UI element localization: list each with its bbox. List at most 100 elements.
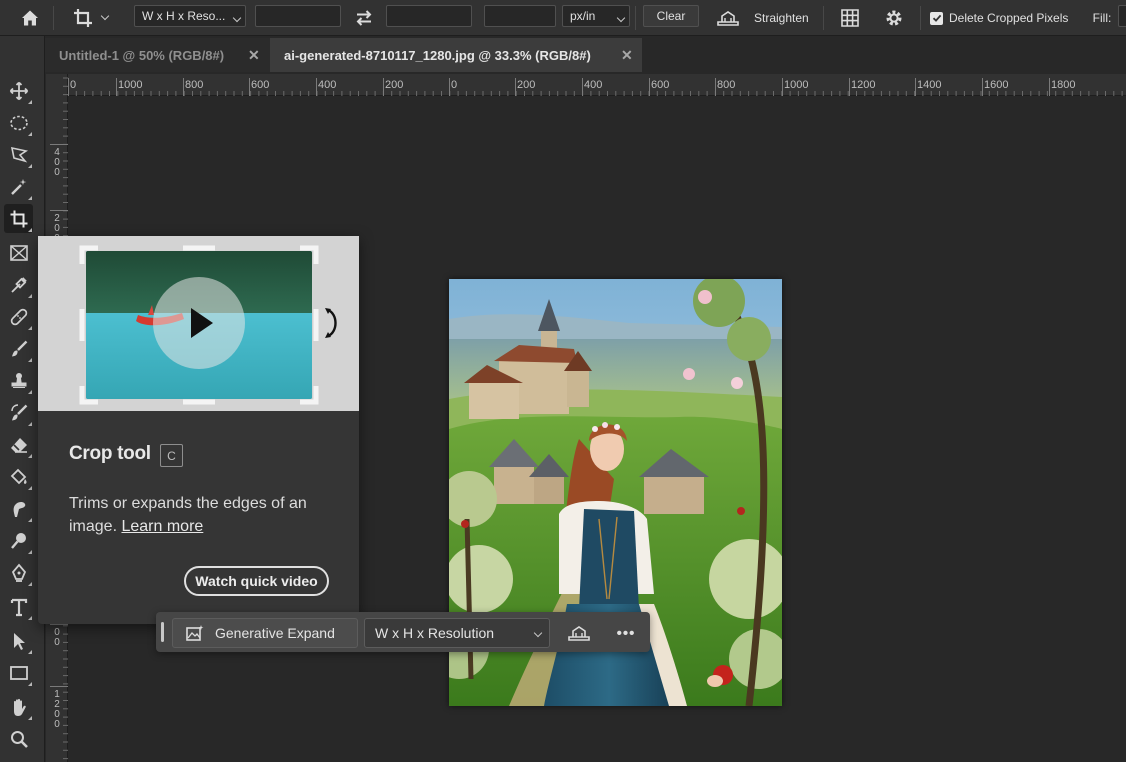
learn-more-link[interactable]: Learn more [121, 518, 203, 535]
ruler-label: 400 [318, 79, 337, 91]
ruler-label: 1400 [917, 79, 942, 91]
home-icon[interactable] [14, 5, 46, 31]
eraser-tool[interactable] [4, 430, 33, 459]
move-tool[interactable] [4, 76, 33, 105]
hand-tool[interactable] [4, 692, 33, 721]
tab-ai-generated[interactable]: ai-generated-8710117_1280.jpg @ 33.3% (R… [270, 38, 642, 72]
width-field[interactable] [255, 5, 341, 27]
clone-stamp-tool[interactable] [4, 366, 33, 395]
eyedropper-tool[interactable] [4, 270, 33, 299]
play-icon [191, 308, 213, 338]
brush-tool[interactable] [4, 334, 33, 363]
ruler-label: 0 [70, 79, 77, 91]
straighten-icon [568, 626, 590, 641]
rectangle-tool[interactable] [4, 658, 33, 687]
ratio-select[interactable]: W x H x Reso... [134, 5, 246, 27]
crop-icon [10, 210, 27, 227]
clear-button[interactable]: Clear [643, 5, 699, 27]
ruler-label: 4 0 0 [54, 147, 60, 178]
ratio-select[interactable]: W x H x Resolution [364, 618, 550, 648]
ruler-label: 1 2 0 0 [54, 689, 60, 730]
straighten-button[interactable] [566, 621, 592, 645]
generative-expand-label: Generative Expand [215, 625, 335, 641]
ruler-label: 800 [717, 79, 736, 91]
lasso-tool[interactable] [4, 140, 33, 169]
ruler-label: 400 [584, 79, 603, 91]
pen-icon [11, 563, 26, 582]
rotate-cursor-icon [325, 308, 337, 338]
contextual-task-bar: Generative Expand W x H x Resolution ••• [156, 612, 650, 652]
delete-cropped-pixels-checkbox[interactable]: Delete Cropped Pixels [930, 5, 1080, 31]
brush-icon [11, 340, 27, 356]
history-brush-icon [10, 403, 27, 420]
move-icon [9, 81, 28, 100]
dodge-tool[interactable] [4, 526, 33, 555]
close-icon[interactable]: ✕ [248, 47, 260, 64]
smudge-icon [13, 501, 25, 517]
arrow-cursor-icon [13, 632, 25, 650]
straighten-button[interactable]: Straighten [716, 5, 812, 31]
polygonal-lasso-icon [10, 146, 28, 162]
crop-icon [74, 9, 92, 27]
dodge-icon [10, 532, 26, 549]
crop-preset-picker[interactable] [64, 5, 116, 31]
unit-select[interactable]: px/in [562, 5, 630, 27]
ruler-label: 1000 [784, 79, 809, 91]
ruler-label: 800 [185, 79, 204, 91]
ruler-label: 1800 [1051, 79, 1076, 91]
ruler-label: 1000 [118, 79, 143, 91]
play-button[interactable] [153, 277, 245, 369]
clear-label: Clear [656, 9, 686, 23]
history-brush-tool[interactable] [4, 398, 33, 427]
type-tool[interactable] [4, 592, 33, 621]
close-icon[interactable]: ✕ [621, 47, 633, 64]
chevron-down-icon [616, 13, 626, 23]
paint-bucket-icon [10, 468, 27, 484]
eraser-icon [10, 437, 27, 453]
magic-wand-tool[interactable] [4, 172, 33, 201]
height-field[interactable] [386, 5, 472, 27]
more-options-button[interactable]: ••• [608, 621, 644, 645]
ruler-label: 600 [251, 79, 270, 91]
healing-brush-tool[interactable] [4, 302, 33, 331]
frame-icon [9, 244, 28, 261]
horizontal-ruler[interactable]: 0 1000 800 600 400 200 0 200 400 600 800… [68, 74, 1126, 96]
crop-tool-rich-tooltip: Crop tool C Trims or expands the edges o… [38, 236, 359, 624]
crop-tool[interactable] [4, 204, 33, 233]
straighten-icon [717, 11, 739, 26]
stamp-icon [11, 372, 26, 388]
elliptical-marquee-icon [9, 115, 28, 130]
paint-bucket-tool[interactable] [4, 462, 33, 491]
generative-expand-button[interactable]: Generative Expand [172, 618, 358, 648]
delete-cropped-label: Delete Cropped Pixels [949, 11, 1069, 25]
eyedropper-icon [10, 276, 27, 293]
ruler-label: 0 0 [54, 627, 60, 648]
magnifier-icon [10, 730, 28, 748]
pen-tool[interactable] [4, 558, 33, 587]
resolution-field[interactable] [484, 5, 556, 27]
chevron-down-icon [533, 628, 543, 638]
checkbox-icon [930, 11, 943, 25]
frame-tool[interactable] [4, 238, 33, 267]
drag-handle[interactable] [161, 622, 164, 642]
tooltip-video-preview[interactable] [38, 236, 359, 411]
chevron-down-icon [100, 11, 110, 21]
path-selection-tool[interactable] [4, 626, 33, 655]
fill-select[interactable] [1118, 5, 1126, 27]
hand-icon [13, 698, 26, 716]
fill-label: Fill: [1092, 11, 1112, 25]
ratio-select-value: W x H x Resolution [375, 625, 495, 641]
smudge-tool[interactable] [4, 494, 33, 523]
document-tabs: » Untitled-1 @ 50% (RGB/8#) ✕ ai-generat… [0, 38, 1126, 72]
tab-untitled-1[interactable]: Untitled-1 @ 50% (RGB/8#) ✕ [45, 38, 270, 72]
swap-icon[interactable] [350, 5, 378, 31]
chevron-down-icon [232, 13, 242, 23]
gear-icon[interactable] [878, 5, 910, 31]
grid-overlay-icon[interactable] [836, 5, 864, 31]
unit-select-value: px/in [570, 9, 596, 23]
options-bar: W x H x Reso... px/in Clear Straighten D… [0, 0, 1126, 36]
marquee-tool[interactable] [4, 108, 33, 137]
zoom-tool[interactable] [4, 724, 33, 753]
watch-video-button[interactable]: Watch quick video [184, 566, 329, 596]
bandage-icon [10, 308, 27, 325]
